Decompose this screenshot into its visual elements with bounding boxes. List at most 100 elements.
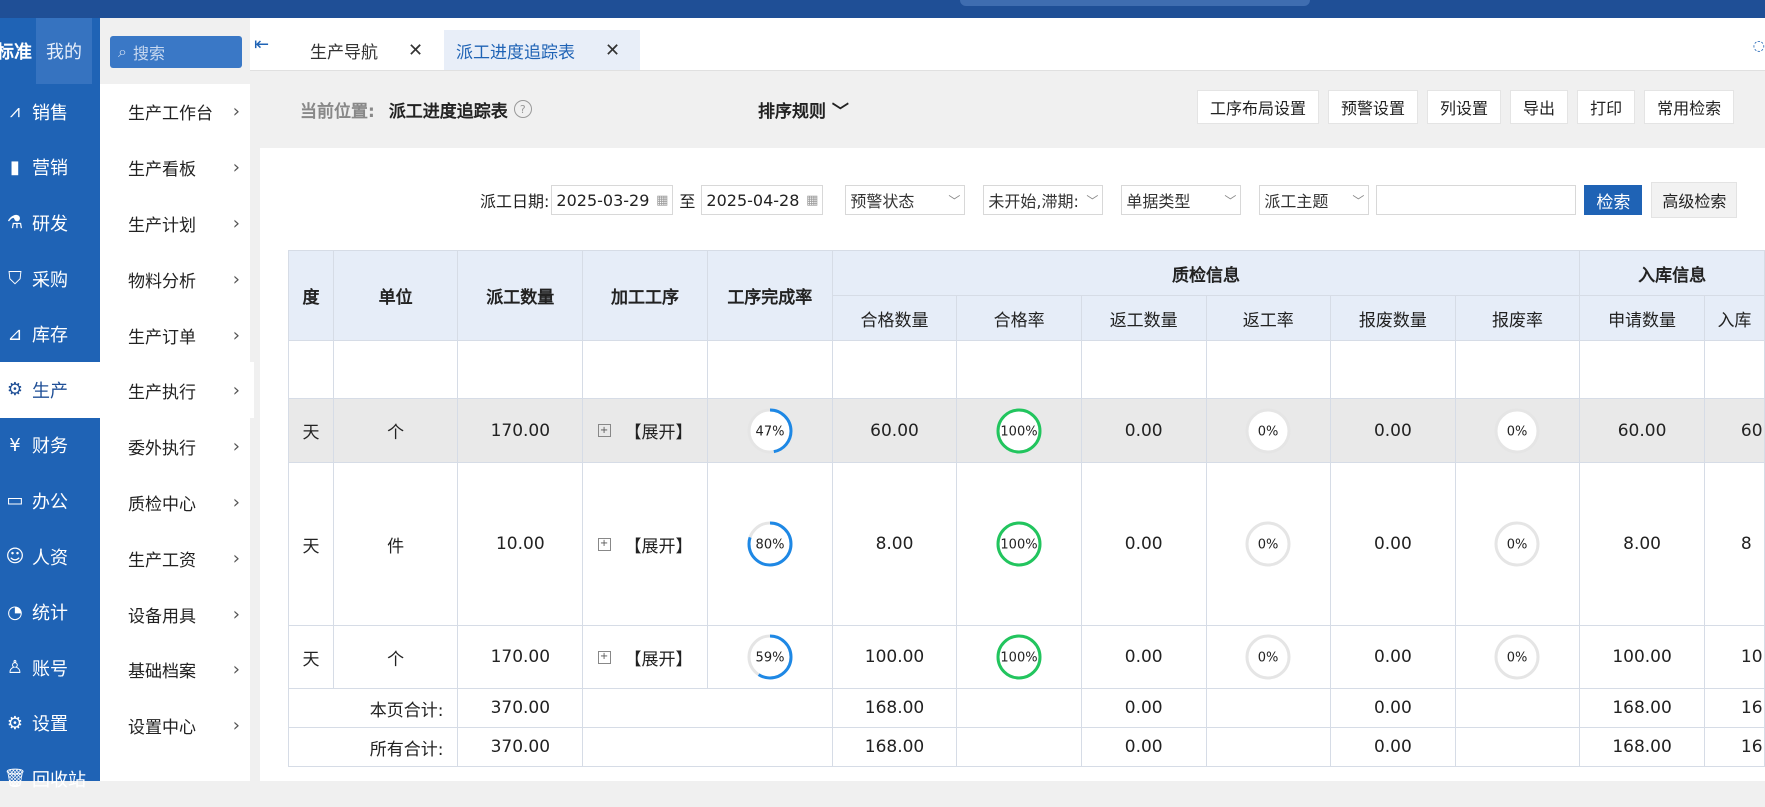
toolbar-button[interactable]: 工序布局设置 bbox=[1197, 90, 1320, 124]
subject-select[interactable]: 派工主题 ﹀ bbox=[1259, 185, 1370, 215]
completion-ring: 47% bbox=[747, 408, 793, 453]
nav-item-label: 销售 bbox=[32, 102, 68, 124]
warning-status-select[interactable]: 预警状态 ﹀ bbox=[845, 185, 966, 215]
subnav-item[interactable]: 设备用具 › bbox=[100, 586, 250, 642]
cell-scrap-rate: 0% bbox=[1454, 398, 1581, 463]
date-to-input[interactable]: 2025-04-28 ▦ bbox=[701, 185, 824, 215]
chevron-right-icon: › bbox=[232, 157, 240, 179]
col-rework-rate[interactable]: 返工率 bbox=[1205, 295, 1332, 341]
tab-production-nav[interactable]: 生产导航 ✕ bbox=[310, 30, 423, 70]
keyword-input[interactable] bbox=[1376, 185, 1577, 215]
total-apply-qty: 168.00 bbox=[1579, 688, 1705, 728]
nav-item[interactable]: ¥ 财务 bbox=[0, 418, 100, 474]
col-rework-qty[interactable]: 返工数量 bbox=[1080, 295, 1207, 341]
cell-process: + 【展开】 bbox=[582, 625, 708, 689]
subnav-item-label: 物料分析 bbox=[128, 271, 196, 292]
cell-apply-qty: 8.00 bbox=[1579, 462, 1705, 626]
subnav-item[interactable]: 质检中心 › bbox=[100, 475, 250, 531]
subnav-item[interactable]: 生产工作台 › bbox=[100, 84, 250, 140]
tab-dispatch-tracking[interactable]: 派工进度追踪表 ✕ bbox=[444, 30, 640, 70]
col-qty[interactable]: 派工数量 bbox=[457, 250, 584, 341]
nav-item[interactable]: ⛉ 采购 bbox=[0, 251, 100, 307]
subnav-item[interactable]: 生产执行 › bbox=[100, 363, 250, 419]
table-row[interactable]: 天个 170.00 + 【展开】 47% 60.00 100% 0.00 0% 0.00 0% 60.… bbox=[288, 398, 1765, 463]
nav-item[interactable]: ⊿ 库存 bbox=[0, 306, 100, 362]
total-stock-qty: 16 bbox=[1703, 727, 1765, 767]
svg-text:0%: 0% bbox=[1258, 424, 1279, 439]
col-stock-qty[interactable]: 入库 bbox=[1703, 295, 1765, 341]
table-row[interactable]: 天件 10.00 + 【展开】 80% 8.00 100% 0.00 0% 0.00 0% 8.00 8 bbox=[288, 462, 1765, 626]
search-button[interactable]: 检索 bbox=[1584, 185, 1643, 215]
chevron-right-icon: › bbox=[232, 436, 240, 458]
cell-unit: 个 bbox=[332, 398, 459, 463]
col-apply-qty[interactable]: 申请数量 bbox=[1579, 295, 1705, 341]
subnav-item-label: 委外执行 bbox=[128, 439, 196, 460]
nav-item[interactable]: ☺ 人资 bbox=[0, 529, 100, 585]
toolbar-button[interactable]: 预警设置 bbox=[1328, 90, 1419, 124]
cell-stock-qty[interactable]: 60 bbox=[1703, 398, 1765, 463]
nav-item[interactable]: ♙ 账号 bbox=[0, 640, 100, 696]
toolbar-button[interactable]: 列设置 bbox=[1427, 90, 1502, 124]
svg-text:47%: 47% bbox=[755, 424, 784, 439]
table-row[interactable]: 天个 170.00 + 【展开】 59% 100.00 100% 0.00 0% 0.00 0% 10… bbox=[288, 625, 1765, 689]
svg-text:0%: 0% bbox=[1258, 651, 1279, 666]
doc-type-select[interactable]: 单据类型 ﹀ bbox=[1121, 185, 1242, 215]
col-scrap-rate[interactable]: 报废率 bbox=[1454, 295, 1581, 341]
close-icon[interactable]: ✕ bbox=[408, 40, 423, 61]
subnav-item[interactable]: 物料分析 › bbox=[100, 251, 250, 307]
subnav-item[interactable]: 生产订单 › bbox=[100, 307, 250, 363]
nav-item-label: 生产 bbox=[32, 380, 68, 402]
nav-item[interactable]: ▭ 办公 bbox=[0, 473, 100, 529]
col-completion[interactable]: 工序完成率 bbox=[706, 250, 833, 341]
progress-status-select[interactable]: 未开始,滞期: ﹀ bbox=[983, 185, 1104, 215]
warning-status-value: 预警状态 bbox=[850, 192, 915, 211]
expand-link[interactable]: 【展开】 bbox=[625, 418, 693, 443]
collapse-menu-icon[interactable]: ⇤ bbox=[254, 34, 269, 55]
total-qty: 370.00 bbox=[457, 727, 584, 767]
expand-icon[interactable]: + bbox=[597, 424, 611, 437]
tab-label: 派工进度追踪表 bbox=[456, 42, 575, 63]
rate-ring: 0% bbox=[1245, 634, 1291, 680]
col-process[interactable]: 加工工序 bbox=[582, 250, 708, 341]
expand-icon[interactable]: + bbox=[597, 537, 611, 551]
subnav-item[interactable]: 生产看板 › bbox=[100, 140, 250, 196]
date-from-input[interactable]: 2025-03-29 ▦ bbox=[551, 185, 674, 215]
subnav-item[interactable]: 基础档案 › bbox=[100, 642, 250, 698]
tracking-table: 度 单位 派工数量 加工工序 工序完成率 质检信息 入库信息 合格数量 合格率 … bbox=[287, 250, 1765, 767]
cell-process: + 【展开】 bbox=[582, 398, 708, 463]
advanced-search-button[interactable]: 高级检索 bbox=[1651, 182, 1738, 218]
svg-text:0%: 0% bbox=[1507, 651, 1528, 666]
subnav-item[interactable]: 生产工资 › bbox=[100, 530, 250, 586]
toolbar-button[interactable]: 打印 bbox=[1577, 90, 1636, 124]
nav-item[interactable]: 🗑 回收站 bbox=[0, 751, 100, 807]
subnav-item[interactable]: 委外执行 › bbox=[100, 419, 250, 475]
cell-stock-qty[interactable]: 10 bbox=[1703, 625, 1765, 689]
nav-tab-standard[interactable]: 标准 bbox=[0, 18, 36, 84]
nav-item[interactable]: ⚗ 研发 bbox=[0, 195, 100, 251]
help-icon[interactable]: ? bbox=[513, 100, 532, 118]
nav-item-label: 采购 bbox=[32, 269, 68, 291]
col-pass-qty[interactable]: 合格数量 bbox=[831, 295, 958, 341]
toolbar-button[interactable]: 导出 bbox=[1510, 90, 1569, 124]
nav-search-input[interactable]: ⌕ 搜索 bbox=[110, 36, 242, 68]
subnav-item[interactable]: 生产计划 › bbox=[100, 196, 250, 252]
sort-rules-dropdown[interactable]: 排序规则 ﹀ bbox=[758, 97, 849, 122]
toolbar-button[interactable]: 常用检索 bbox=[1644, 90, 1735, 124]
expand-link[interactable]: 【展开】 bbox=[625, 645, 693, 670]
col-pass-rate[interactable]: 合格率 bbox=[956, 295, 1082, 341]
col-unit[interactable]: 单位 bbox=[332, 250, 459, 341]
nav-item[interactable]: ⩘ 销售 bbox=[0, 84, 100, 140]
refresh-icon[interactable]: ◌ bbox=[1753, 38, 1765, 54]
expand-link[interactable]: 【展开】 bbox=[625, 532, 693, 557]
col-scrap-qty[interactable]: 报废数量 bbox=[1330, 295, 1456, 341]
nav-item[interactable]: ▮ 营销 bbox=[0, 140, 100, 196]
chevron-right-icon: › bbox=[232, 603, 240, 625]
nav-item[interactable]: ⚙ 设置 bbox=[0, 696, 100, 752]
nav-item[interactable]: ◔ 统计 bbox=[0, 584, 100, 640]
col-progress[interactable]: 度 bbox=[288, 250, 334, 341]
close-icon[interactable]: ✕ bbox=[605, 40, 620, 61]
expand-icon[interactable]: + bbox=[597, 650, 611, 664]
cell-stock-qty[interactable]: 8 bbox=[1703, 462, 1765, 626]
subnav-item[interactable]: 设置中心 › bbox=[100, 698, 250, 754]
nav-tab-mine[interactable]: 我的 bbox=[36, 18, 92, 84]
